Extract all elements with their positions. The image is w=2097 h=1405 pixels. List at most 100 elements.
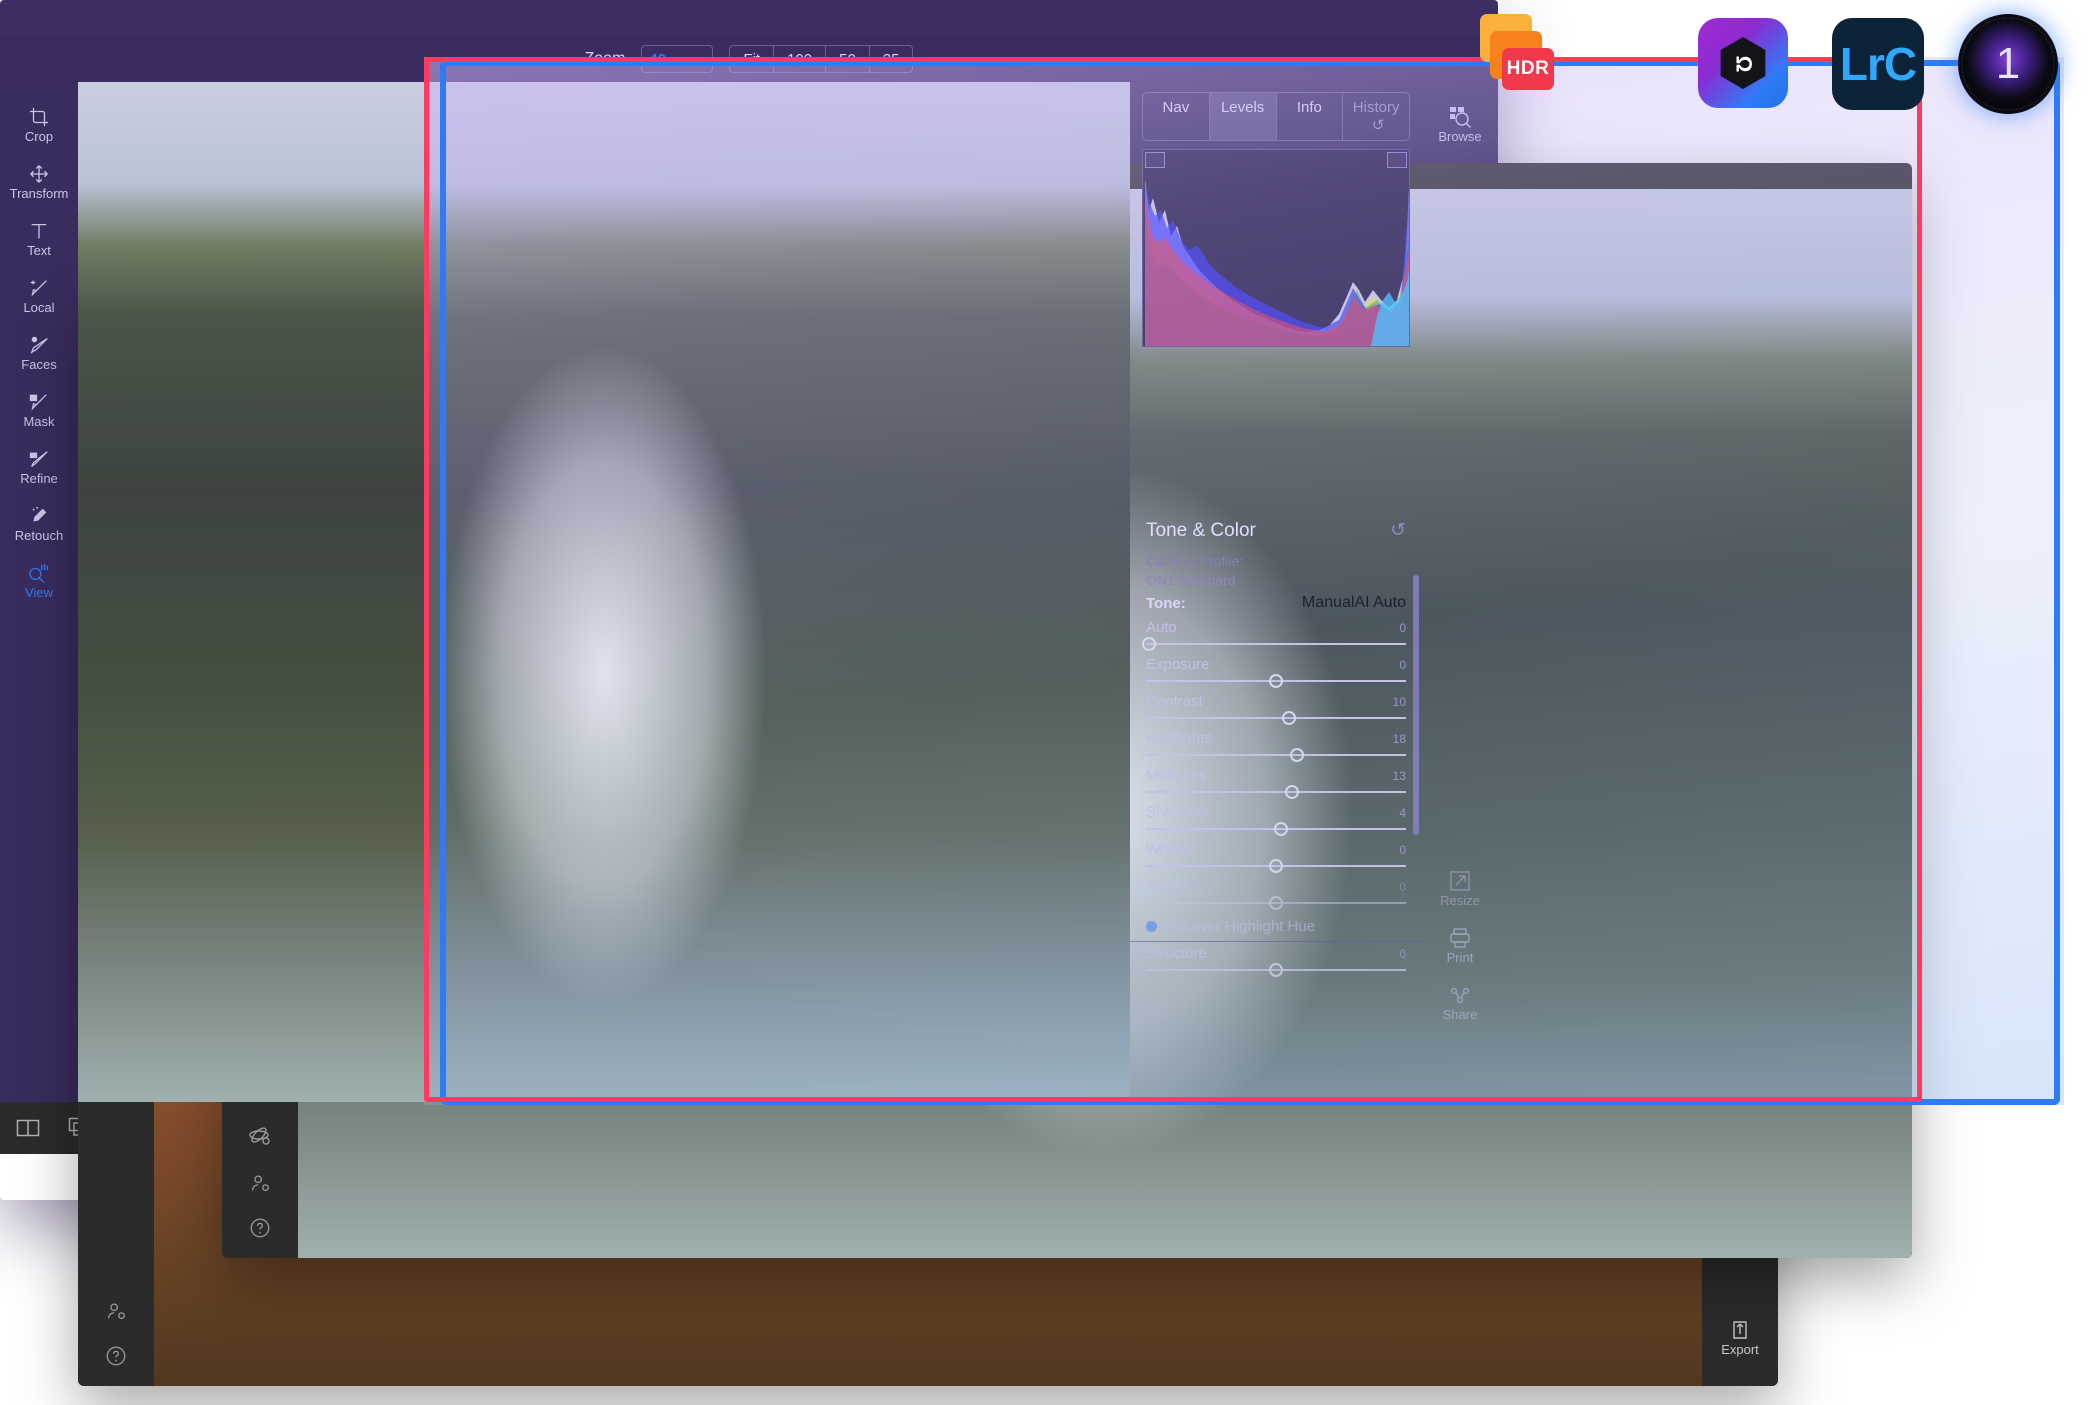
front-toolbar[interactable]: Zoom 40 ⌄ Fit 100 50 25 [0,36,1498,82]
front-image-canvas[interactable] [78,82,1130,1102]
camera-profile-value[interactable]: ON1 Standard [1130,572,1422,592]
slider-value: 0 [1399,843,1406,857]
tab-history[interactable]: History ↺ [1343,93,1409,140]
rail-item-browse[interactable]: Browse [1438,96,1482,153]
rail-item-resize[interactable]: Resize [1440,860,1480,917]
slider-track[interactable] [1146,791,1406,793]
tool-text[interactable]: Text [27,210,51,267]
slider-contrast[interactable]: Contrast 10 [1130,690,1422,727]
slider-auto[interactable]: Auto 0 [1130,616,1422,653]
on1-photoraw-app-icon[interactable]: Ω [1698,18,1788,108]
slider-label: Shadows [1146,804,1208,821]
tab-nav[interactable]: Nav [1143,93,1210,140]
slider-label: Structure [1146,945,1207,962]
user-settings-icon[interactable] [105,1300,127,1327]
rail-item-share[interactable]: Share [1442,974,1478,1031]
reset-circular-arrow-icon[interactable]: ↺ [1390,519,1406,542]
zoom-preset-50[interactable]: 50 [826,46,870,72]
tone-mode-row[interactable]: Tone: Manual AI Auto [1130,592,1422,616]
tool-label: Transform [9,186,69,201]
rail-item-print[interactable]: Print [1447,917,1473,974]
slider-track[interactable] [1146,754,1406,756]
split-view-icon[interactable] [16,1118,40,1138]
tool-transform[interactable]: Transform [9,153,69,210]
export-upload-icon [1728,1318,1752,1342]
tool-faces[interactable]: Faces [21,324,57,381]
front-tool-rail[interactable]: Crop Transform Text Local Faces Mask Ref… [0,82,78,1102]
lightroom-classic-app-icon[interactable]: LrC [1832,18,1924,110]
slider-knob[interactable] [1289,748,1304,762]
slider-knob[interactable] [1282,711,1296,725]
tool-crop[interactable]: Crop [25,96,53,153]
tool-local[interactable]: Local [23,267,55,324]
zoom-preset-25[interactable]: 25 [870,46,913,72]
refine-icon [28,447,50,471]
tone-mode-segmented[interactable]: Manual AI Auto [1302,594,1406,612]
tool-refine[interactable]: Refine [20,438,58,495]
slider-label: Contrast [1146,693,1203,710]
on1-front-window[interactable]: Zoom 40 ⌄ Fit 100 50 25 Crop Transform T… [0,0,1498,1200]
slider-structure[interactable]: Structure 0 [1130,942,1422,979]
help-icon[interactable] [249,1217,271,1244]
tone-mode-manual[interactable]: Manual [1302,594,1354,612]
tool-retouch[interactable]: Retouch [15,495,63,552]
slider-knob[interactable] [1284,785,1299,799]
white-point-handle[interactable] [1387,152,1407,168]
printer-icon [1448,926,1472,950]
tab-info[interactable]: Info [1277,93,1344,140]
slider-knob[interactable] [1269,896,1283,910]
slider-knob[interactable] [1269,859,1283,873]
tool-label: Retouch [14,528,64,543]
toggle-dot-icon[interactable] [1146,921,1157,932]
levels-histogram[interactable] [1142,149,1410,347]
slider-track[interactable] [1146,717,1406,719]
capture-one-app-icon[interactable]: 1 [1962,18,2054,110]
browse-icon [1448,105,1472,129]
view-hand-icon [27,561,51,585]
slider-value: 10 [1392,695,1406,709]
zoom-select[interactable]: 40 ⌄ [641,45,714,73]
atom-settings-icon[interactable] [248,1125,272,1154]
slider-blacks[interactable]: Blacks 0 [1130,875,1422,912]
tone-color-header[interactable]: Tone & Color ↺ [1130,505,1422,550]
slider-track[interactable] [1146,643,1406,645]
recover-highlight-hue-row[interactable]: Recover Highlight Hue [1130,912,1422,942]
front-right-panel[interactable]: Nav Levels Info History ↺ Tone & Color ↺… [1130,82,1422,1102]
user-settings-icon[interactable] [249,1172,271,1199]
tool-mask[interactable]: Mask [23,381,55,438]
section-title: Tone & Color [1146,519,1256,541]
slider-value: 0 [1399,621,1406,635]
tool-label: View [25,585,53,600]
tab-levels[interactable]: Levels [1209,93,1277,140]
rail-item-export[interactable]: Export [1721,1309,1759,1366]
panel-top-tabs[interactable]: Nav Levels Info History ↺ [1142,92,1410,141]
zoom-preset-group[interactable]: Fit 100 50 25 [729,45,914,73]
slider-whites[interactable]: Whites 0 [1130,838,1422,875]
screenshot-root: HDR Crop Transform Local Mask [0,0,2097,1405]
hdr-app-icon[interactable]: HDR [1480,14,1554,90]
tool-view[interactable]: View [25,552,53,609]
tone-label: Tone: [1146,594,1186,612]
slider-label: Whites [1146,841,1192,858]
slider-exposure[interactable]: Exposure 0 [1130,653,1422,690]
slider-midtones[interactable]: Midtones 13 [1130,764,1422,801]
zoom-preset-fit[interactable]: Fit [730,46,775,72]
slider-knob[interactable] [1269,674,1283,688]
zoom-preset-100[interactable]: 100 [774,46,827,72]
tool-label: Local [23,300,55,315]
front-titlebar[interactable] [0,0,1498,36]
slider-knob[interactable] [1269,963,1283,977]
slider-knob[interactable] [1274,822,1289,836]
slider-knob[interactable] [1141,637,1156,651]
slider-label: Auto [1146,619,1177,636]
black-point-handle[interactable] [1145,152,1165,168]
help-icon[interactable] [105,1345,127,1372]
rail-label: Share [1442,1007,1478,1022]
panel-scrollbar[interactable] [1413,575,1419,835]
undo-icon: ↺ [1371,117,1385,134]
tone-mode-ai-auto[interactable]: AI Auto [1354,594,1406,612]
slider-highlights[interactable]: Highlights 18 [1130,727,1422,764]
slider-value: 0 [1399,880,1406,894]
text-icon [28,219,50,243]
slider-shadows[interactable]: Shadows 4 [1130,801,1422,838]
